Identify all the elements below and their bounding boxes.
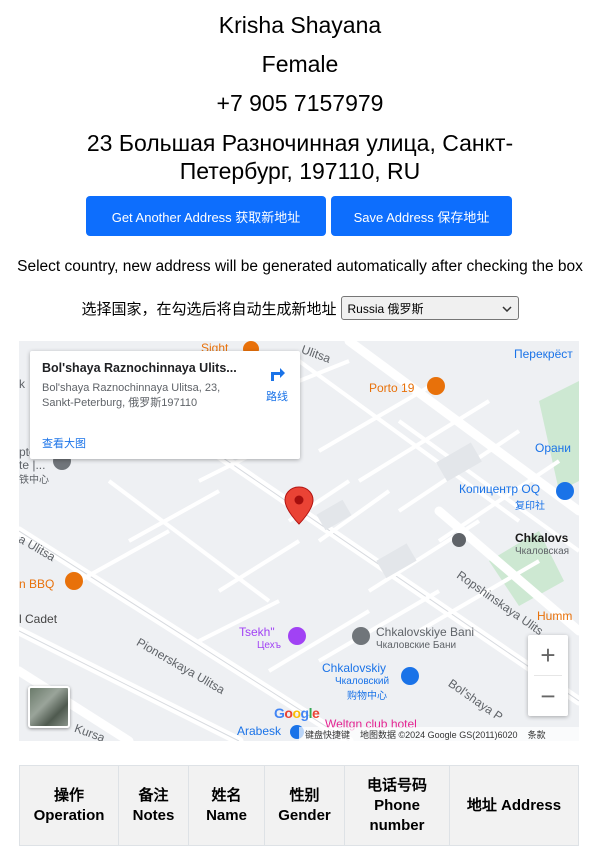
map-label-left-zhong: 铁中心 — [19, 475, 49, 486]
table-header-row: 操作 Operation 备注 Notes 姓名 Name 性别 Gender … — [19, 765, 579, 846]
map-label-porto19: Porto 19 — [369, 381, 415, 395]
map-label-left-k: k — [19, 377, 25, 391]
map-label-bbq: n BBQ — [19, 577, 55, 591]
info-card-title: Bol'shaya Raznochinnaya Ulits... — [42, 361, 237, 375]
map-label-chkalovskiye-bani-ru: Чкаловские Бани — [376, 640, 457, 651]
th-address-label: 地址 Address — [466, 796, 562, 814]
person-gender: Female — [261, 51, 339, 77]
map[interactable]: Sight Ulitsa Перекрёст Porto 19 Орани Ко… — [19, 341, 579, 741]
satellite-toggle-thumbnail[interactable] — [28, 686, 70, 728]
map-label-orani: Орани — [535, 441, 572, 455]
map-label-chkalovskiy: Chkalovskiy — [322, 661, 387, 675]
country-hint-en: Select country, new address will be gene… — [17, 258, 583, 275]
map-label-tsekh: Tsekh" — [239, 625, 275, 639]
th-gender: 性别 Gender — [264, 765, 345, 846]
th-gender-label: 性别 Gender — [278, 786, 331, 824]
country-selector-row: 选择国家，在勾选后将自动生成新地址 Russia 俄罗斯 — [0, 296, 600, 320]
map-label-chkalovskiy-cn: 购物中心 — [347, 691, 387, 702]
map-label-chkalovskaya-ru: Чкаловская — [515, 546, 570, 557]
save-address-button[interactable]: Save Address 保存地址 — [331, 196, 512, 236]
th-operation: 操作 Operation — [19, 765, 119, 846]
person-phone: +7 905 7157979 — [216, 90, 384, 116]
th-notes: 备注 Notes — [118, 765, 189, 846]
th-phone-label: 电话号码 Phone number — [366, 776, 427, 834]
map-label-arabesk: Arabesk — [237, 724, 282, 738]
country-hint-cn: 选择国家，在勾选后将自动生成新地址 — [81, 300, 337, 318]
info-card-address: Bol'shaya Raznochinnaya Ulitsa, 23, Sank… — [42, 382, 221, 409]
map-attribution: 键盘快捷键 地图数据 ©2024 Google GS(2011)6020 条款 — [299, 727, 579, 741]
map-label-left-te: te |... — [19, 458, 46, 472]
country-select[interactable]: Russia 俄罗斯 — [340, 296, 519, 320]
map-label-chkalovskiy-ru: Чкаловский — [335, 676, 390, 687]
view-larger-map-link[interactable]: 查看大图 — [42, 435, 86, 451]
map-label-kopicentr-cn: 复印社 — [515, 501, 545, 512]
zoom-out-button[interactable]: − — [528, 676, 568, 716]
map-label-kopicentr: Копицентр OQ — [459, 482, 541, 496]
map-label-tsekh-ru: Цехъ — [257, 640, 281, 651]
chevron-down-icon — [501, 301, 512, 315]
person-name: Krisha Shayana — [218, 12, 382, 38]
terms-link[interactable]: 条款 — [528, 728, 546, 741]
map-label-perekrestok: Перекрёст — [514, 347, 573, 361]
map-label-chkalovskaya: Chkalovs — [515, 531, 569, 545]
get-another-address-button[interactable]: Get Another Address 获取新地址 — [86, 196, 326, 236]
map-label-cadet: l Cadet — [19, 612, 58, 626]
zoom-controls: + − — [528, 635, 568, 716]
th-phone: 电话号码 Phone number — [344, 765, 450, 846]
zoom-in-button[interactable]: + — [528, 635, 568, 675]
map-info-card: Bol'shaya Raznochinnaya Ulits... Bol'sha… — [30, 351, 300, 459]
th-operation-label: 操作 Operation — [33, 786, 105, 824]
th-notes-label: 备注 Notes — [132, 786, 175, 824]
directions-button[interactable]: 路线 — [262, 363, 292, 404]
th-address: 地址 Address — [449, 765, 579, 846]
keyboard-shortcuts-link[interactable]: 键盘快捷键 — [305, 728, 350, 741]
directions-label: 路线 — [266, 391, 288, 403]
google-logo: Google — [274, 705, 320, 721]
th-name: 姓名 Name — [188, 765, 265, 846]
country-select-value: Russia 俄罗斯 — [347, 301, 424, 316]
address-table: 操作 Operation 备注 Notes 姓名 Name 性别 Gender … — [19, 765, 579, 846]
directions-icon — [271, 368, 285, 381]
th-name-label: 姓名 Name — [206, 786, 247, 824]
map-data-text: 地图数据 ©2024 Google GS(2011)6020 — [360, 729, 518, 740]
person-address: 23 Большая Разночинная улица, Санкт-Пете… — [86, 130, 514, 184]
map-label-chkalovskiye-bani: Chkalovskiye Bani — [376, 625, 475, 639]
map-label-humm: Humm — [537, 609, 573, 623]
